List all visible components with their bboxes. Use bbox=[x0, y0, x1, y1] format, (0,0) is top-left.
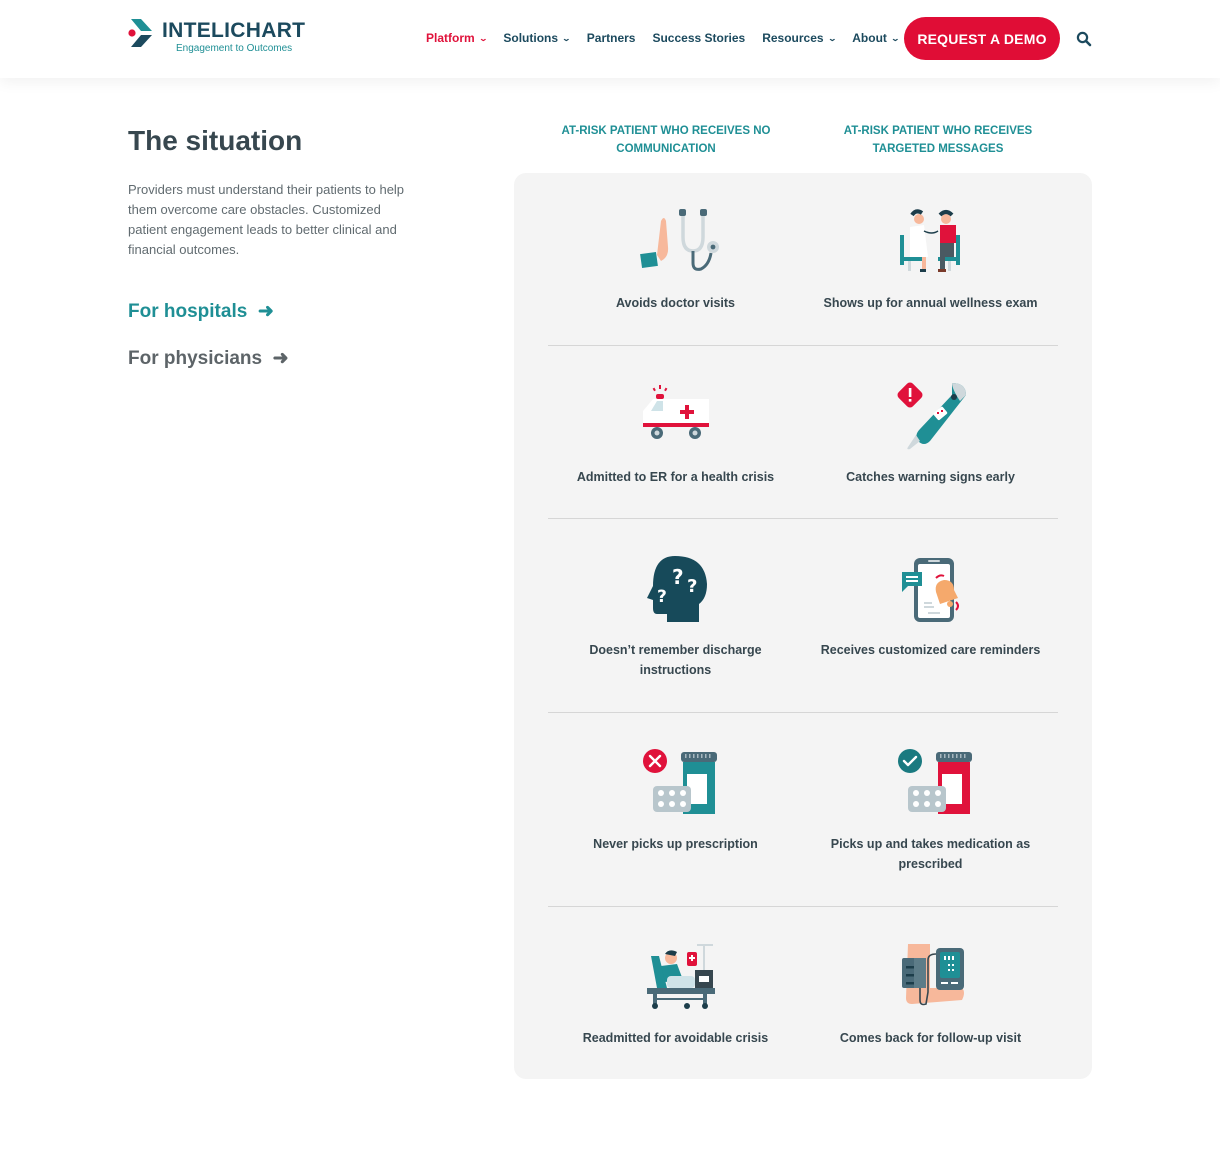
comparison-caption: Receives customized care reminders bbox=[820, 643, 1041, 657]
comparison-cell-left: Readmitted for avoidable crisis bbox=[548, 942, 803, 1048]
nav-item-resources[interactable]: Resources ⌄ bbox=[762, 31, 837, 45]
comparison-cell-left: Never picks up prescription bbox=[548, 748, 803, 854]
nav-label: About bbox=[852, 31, 887, 45]
svg-text:?: ? bbox=[672, 565, 684, 589]
comparison-cell-left: Avoids doctor visits bbox=[548, 207, 803, 313]
comparison-cell-right: Shows up for annual wellness exam bbox=[803, 207, 1058, 313]
comparison-caption: Never picks up prescription bbox=[593, 837, 758, 851]
arrow-right-icon: ➜ bbox=[267, 348, 289, 369]
link-label: For physicians bbox=[128, 348, 263, 369]
comparison-row: Readmitted for avoidable crisis Comes ba… bbox=[548, 942, 1058, 1062]
intro-section: The situation Providers must understand … bbox=[128, 124, 428, 394]
nav-item-solutions[interactable]: Solutions ⌄ bbox=[503, 31, 572, 45]
link-label: For hospitals bbox=[128, 301, 248, 322]
ambulance-icon bbox=[642, 385, 709, 439]
column-header-no-communication: AT-RISK PATIENT WHO RECEIVES NO COMMUNIC… bbox=[561, 125, 771, 155]
comparison-cell-right: Receives customized care reminders bbox=[803, 554, 1058, 660]
comparison-caption: Admitted to ER for a health crisis bbox=[576, 470, 775, 484]
comparison-caption: Comes back for follow-up visit bbox=[839, 1031, 1022, 1045]
comparison-cell-left: ? ? ? Doesn’t remember discharge instruc… bbox=[548, 554, 803, 680]
chevron-down-icon: ⌄ bbox=[478, 33, 488, 43]
comparison-caption: Shows up for annual wellness exam bbox=[823, 296, 1038, 310]
logo-tagline: Engagement to Outcomes bbox=[176, 43, 293, 54]
chevron-down-icon: ⌄ bbox=[561, 33, 572, 43]
comparison-caption: Avoids doctor visits bbox=[615, 296, 735, 310]
svg-text:?: ? bbox=[687, 576, 697, 597]
comparison-row: Avoids doctor visits Shows up for annual… bbox=[548, 207, 1058, 346]
comparison-caption: Doesn’t remember discharge instructions bbox=[589, 643, 762, 677]
nav-label: Platform bbox=[426, 31, 475, 45]
comparison-caption: Catches warning signs early bbox=[846, 470, 1015, 484]
confused-head-icon: ? ? ? bbox=[646, 556, 707, 622]
nav-item-success-stories[interactable]: Success Stories bbox=[652, 31, 745, 45]
comparison-cell-left: Admitted to ER for a health crisis bbox=[548, 381, 803, 487]
site-header: INTELICHART Engagement to Outcomes Platf… bbox=[0, 0, 1220, 78]
logo-mark-icon bbox=[128, 19, 152, 47]
blood-pressure-monitor-icon bbox=[901, 944, 964, 1006]
comparison-row: ? ? ? Doesn’t remember discharge instruc… bbox=[548, 554, 1058, 713]
comparison-cell-right: Comes back for follow-up visit bbox=[803, 942, 1058, 1048]
section-title: The situation bbox=[128, 125, 303, 156]
chevron-down-icon: ⌄ bbox=[890, 33, 900, 43]
svg-text:?: ? bbox=[657, 587, 667, 607]
nav-label: Success Stories bbox=[652, 31, 746, 45]
comparison-caption: Picks up and takes medication as prescri… bbox=[830, 837, 1031, 871]
for-hospitals-link[interactable]: For hospitals ➜ bbox=[128, 300, 428, 323]
prescription-missed-icon bbox=[642, 749, 717, 814]
arrow-right-icon: ➜ bbox=[252, 301, 274, 322]
comparison-cell-right: Picks up and takes medication as prescri… bbox=[803, 748, 1058, 874]
comparison-caption: Readmitted for avoidable crisis bbox=[582, 1031, 769, 1045]
search-icon[interactable] bbox=[1076, 31, 1092, 47]
nav-item-partners[interactable]: Partners bbox=[587, 31, 636, 45]
logo-name: INTELICHART bbox=[162, 19, 306, 42]
request-demo-button[interactable]: REQUEST A DEMO bbox=[904, 17, 1060, 60]
thermometer-warning-icon bbox=[897, 382, 966, 450]
phone-reminder-icon bbox=[901, 558, 959, 622]
column-header-targeted-messages: AT-RISK PATIENT WHO RECEIVES TARGETED ME… bbox=[843, 125, 1033, 155]
comparison-panel: Avoids doctor visits Shows up for annual… bbox=[514, 173, 1092, 1079]
logo[interactable]: INTELICHART Engagement to Outcomes bbox=[128, 18, 305, 54]
section-description: Providers must understand their patients… bbox=[128, 182, 405, 257]
nav-label: Resources bbox=[762, 31, 824, 45]
chevron-down-icon: ⌄ bbox=[827, 33, 837, 43]
nav-label: Partners bbox=[586, 31, 636, 45]
declined-stethoscope-icon bbox=[639, 209, 719, 271]
for-physicians-link[interactable]: For physicians ➜ bbox=[128, 347, 428, 370]
nav-item-platform[interactable]: Platform ⌄ bbox=[426, 31, 488, 45]
nav-item-about[interactable]: About ⌄ bbox=[852, 31, 900, 45]
nav-label: Solutions bbox=[503, 31, 559, 45]
comparison-cell-right: Catches warning signs early bbox=[803, 381, 1058, 487]
comparison-row: Admitted to ER for a health crisis Catch… bbox=[548, 381, 1058, 519]
comparison-row: Never picks up prescription Picks up and… bbox=[548, 748, 1058, 907]
main-nav: Platform ⌄ Solutions ⌄ Partners Success … bbox=[426, 31, 900, 45]
wellness-exam-icon bbox=[899, 209, 960, 272]
prescription-taken-icon bbox=[897, 749, 972, 814]
hospital-bed-icon bbox=[646, 944, 715, 1009]
